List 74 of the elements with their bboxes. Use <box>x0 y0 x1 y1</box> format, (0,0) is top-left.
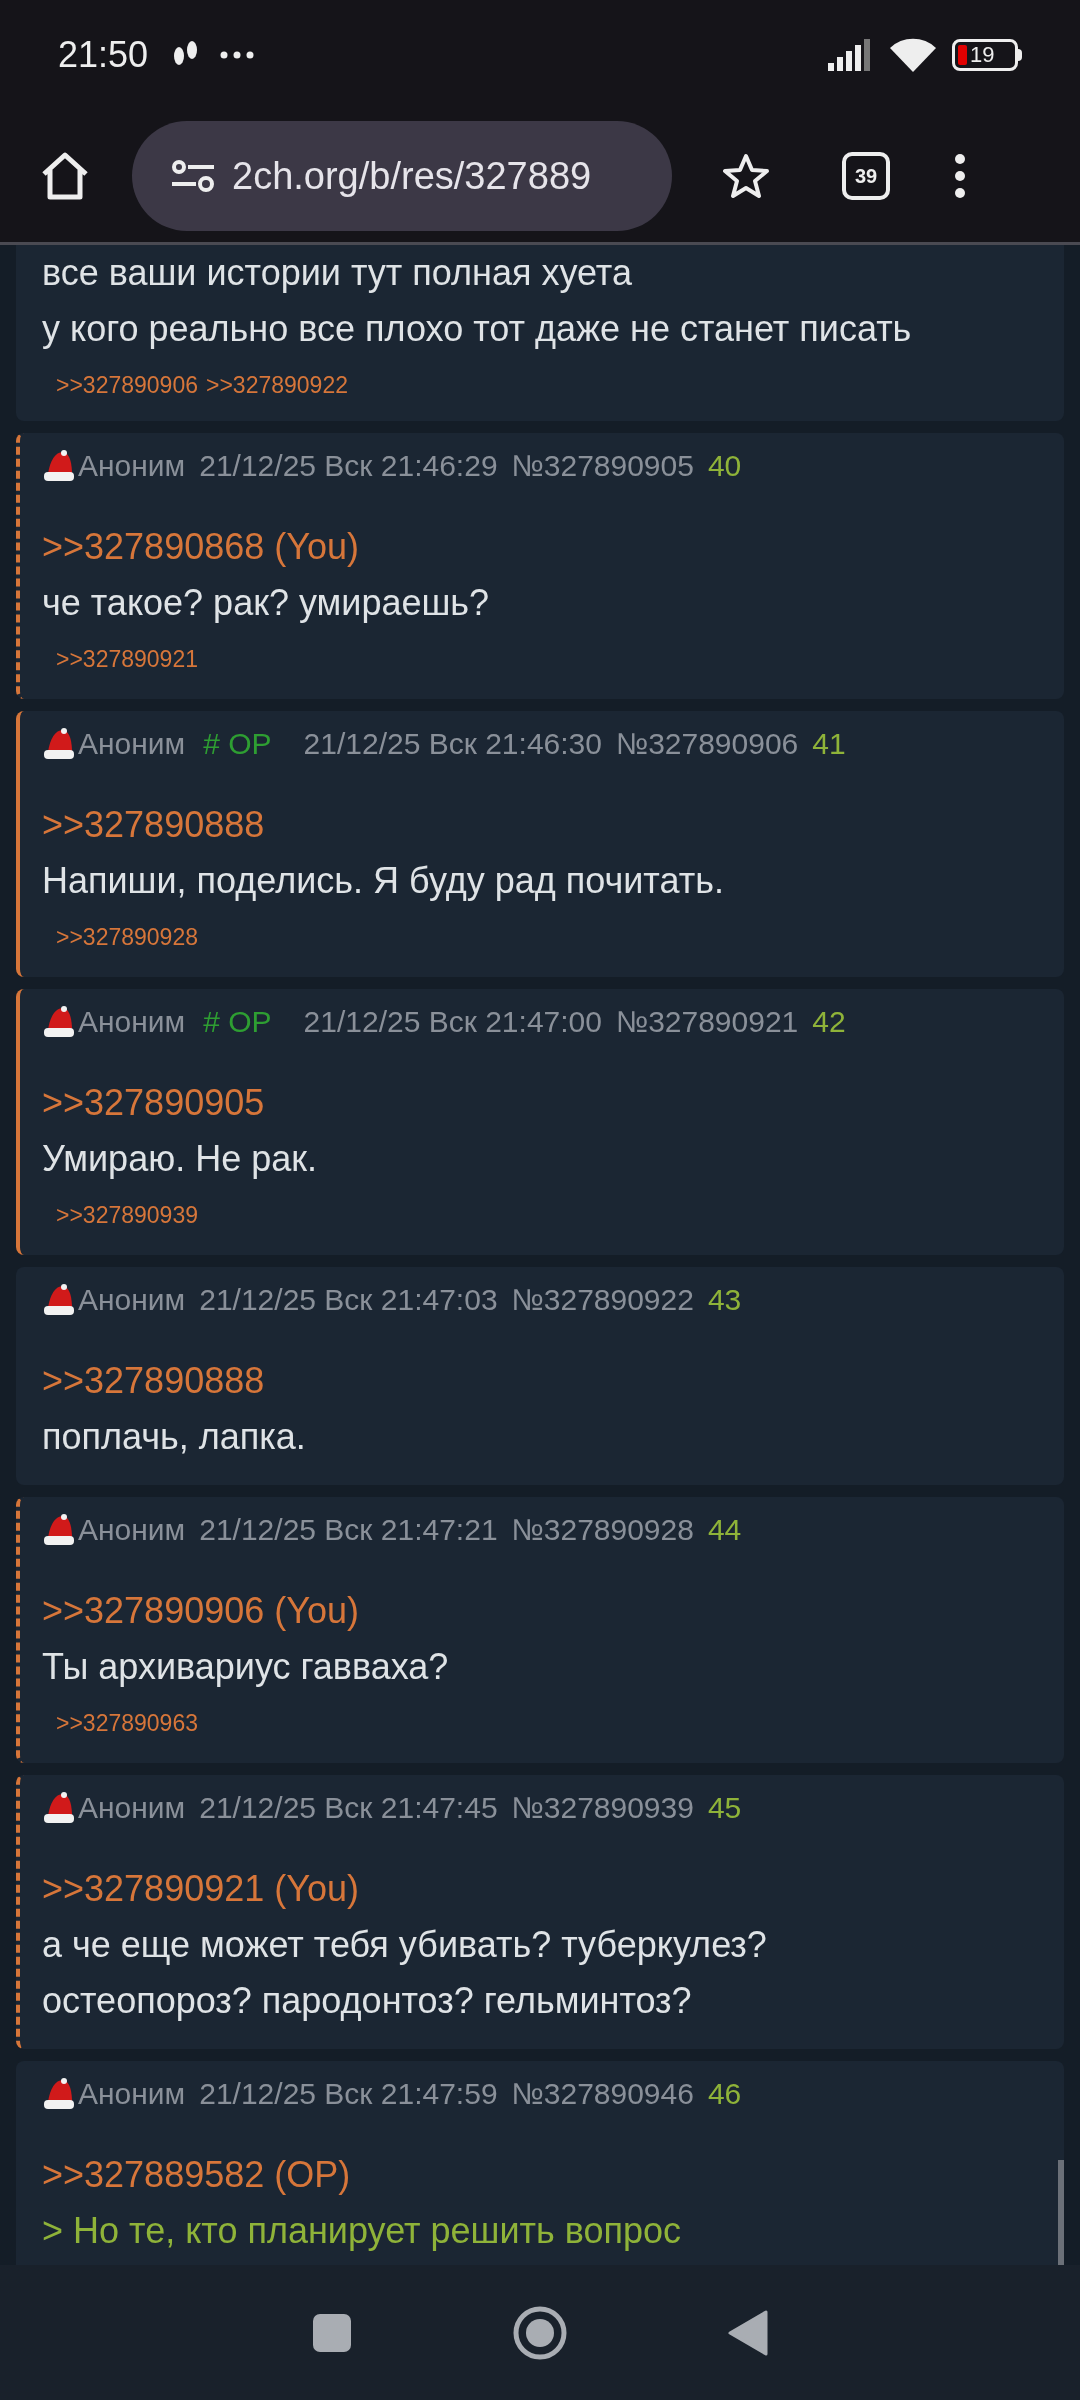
reply-link[interactable]: >>327890888 <box>42 798 265 852</box>
post-date: 21/12/25 Вск 21:47:03 <box>199 1281 498 1318</box>
post-number[interactable]: №327890939 <box>511 1784 694 1830</box>
post-number[interactable]: №327890922 <box>511 1276 694 1322</box>
star-icon[interactable] <box>722 153 770 199</box>
reply-link[interactable]: >>327889582 (OP) <box>42 2148 351 2202</box>
post-index: 45 <box>707 1789 742 1826</box>
tripcode: # OP <box>203 1003 272 1040</box>
post-date: 21/12/25 Вск 21:47:00 <box>303 1003 602 1040</box>
menu-icon[interactable] <box>954 153 966 199</box>
post-number[interactable]: №327890921 <box>615 998 799 1044</box>
post-date: 21/12/25 Вск 21:46:29 <box>199 447 498 484</box>
backlink[interactable]: >>327890906 <box>56 367 198 403</box>
post-index: 44 <box>707 1511 742 1548</box>
post-date: 21/12/25 Вск 21:47:21 <box>199 1511 498 1548</box>
site-settings-icon <box>172 159 214 193</box>
santa-hat-icon <box>42 1282 76 1316</box>
post-text: все ваши истории тут полная хуета <box>42 251 632 295</box>
post-number[interactable]: №327890906 <box>615 720 799 766</box>
poster-name: Аноним <box>78 447 186 484</box>
url-text: 2ch.org/b/res/327889 <box>232 153 592 199</box>
signal-icon <box>828 39 872 71</box>
santa-hat-icon <box>42 1790 76 1824</box>
reply-link[interactable]: >>327890921 (You) <box>42 1862 359 1916</box>
santa-hat-icon <box>42 1512 76 1546</box>
post-number[interactable]: №327890905 <box>511 442 694 488</box>
santa-hat-icon <box>42 2076 76 2110</box>
post-index: 46 <box>707 2075 742 2112</box>
poster-name: Аноним <box>78 1789 186 1826</box>
post-date: 21/12/25 Вск 21:46:30 <box>303 725 602 762</box>
clock-time: 21:50 <box>58 33 149 77</box>
poster-name: Аноним <box>78 1281 186 1318</box>
address-bar[interactable]: 2ch.org/b/res/327889 <box>132 121 672 231</box>
reply-link[interactable]: >>327890905 <box>42 1076 265 1130</box>
wifi-icon <box>890 38 936 72</box>
tab-switcher-button[interactable]: 39 <box>842 152 890 200</box>
post-number[interactable]: №327890946 <box>511 2070 694 2116</box>
quote-text: > Но те, кто планирует решить вопрос <box>42 2209 682 2253</box>
post-index: 41 <box>812 725 846 762</box>
post-date: 21/12/25 Вск 21:47:59 <box>199 2075 498 2112</box>
recent-apps-icon[interactable] <box>312 2312 352 2353</box>
backlink[interactable]: >>327890939 <box>56 1197 198 1233</box>
post-index: 40 <box>707 447 742 484</box>
poster-name: Аноним <box>78 1511 186 1548</box>
poster-name: Аноним <box>78 2075 186 2112</box>
post-text: Напиши, поделись. Я буду рад почитать. <box>42 859 724 903</box>
backlink[interactable]: >>327890963 <box>56 1705 198 1741</box>
santa-hat-icon <box>42 726 76 760</box>
post-text: Умираю. Не рак. <box>42 1137 317 1181</box>
post-text: Ты архивариус гавваха? <box>42 1645 449 1689</box>
post-index: 42 <box>812 1003 846 1040</box>
backlink[interactable]: >>327890921 <box>56 641 198 677</box>
post-text: у кого реально все плохо тот даже не станет писать <box>42 307 912 351</box>
reply-link[interactable]: >>327890888 <box>42 1354 265 1408</box>
santa-hat-icon <box>42 448 76 482</box>
poster-name: Аноним <box>78 1003 186 1040</box>
home-button-icon[interactable] <box>512 2304 568 2361</box>
back-icon[interactable] <box>728 2309 768 2356</box>
backlink[interactable]: >>327890922 <box>206 367 348 403</box>
tripcode: # OP <box>203 725 272 762</box>
post-index: 43 <box>707 1281 742 1318</box>
post-text: че такое? рак? умираешь? <box>42 581 490 625</box>
poster-name: Аноним <box>78 725 186 762</box>
backlink[interactable]: >>327890928 <box>56 919 198 955</box>
post-date: 21/12/25 Вск 21:47:45 <box>199 1789 498 1826</box>
santa-hat-icon <box>42 1004 76 1038</box>
reply-link[interactable]: >>327890906 (You) <box>42 1584 359 1638</box>
post-text: остеопороз? пародонтоз? гельминтоз? <box>42 1979 692 2023</box>
post-number[interactable]: №327890928 <box>511 1506 694 1552</box>
reply-link[interactable]: >>327890868 (You) <box>42 520 359 574</box>
post-text: а че еще может тебя убивать? туберкулез? <box>42 1923 767 1967</box>
home-icon[interactable] <box>40 152 90 200</box>
post-text: поплачь, лапка. <box>42 1415 306 1459</box>
more-notifications-icon <box>220 51 255 59</box>
